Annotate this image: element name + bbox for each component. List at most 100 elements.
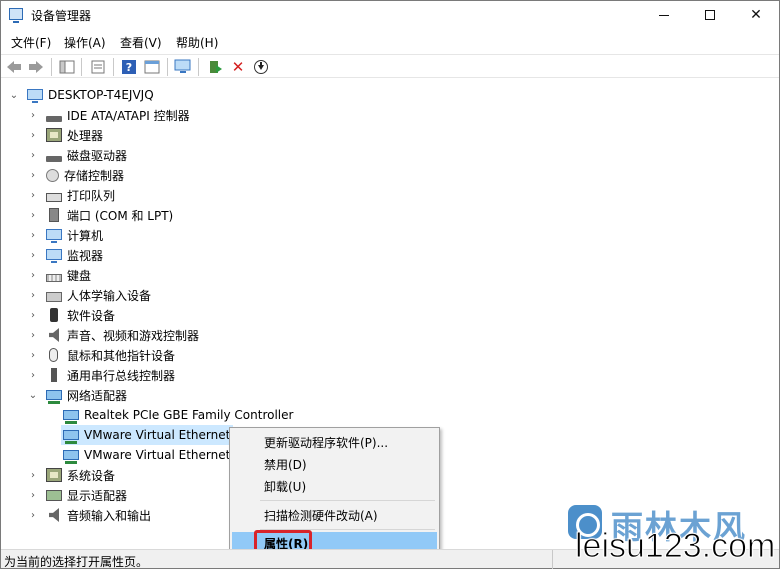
toolbar: ? ✕ xyxy=(1,54,779,78)
menu-scan-hardware[interactable]: 扫描检测硬件改动(A) xyxy=(232,504,437,526)
tree-root-label: DESKTOP-T4EJVJQ xyxy=(48,88,154,102)
menu-update-driver[interactable]: 更新驱动程序软件(P)... xyxy=(232,431,437,453)
status-text: 为当前的选择打开属性页。 xyxy=(4,555,149,569)
toolbar-separator xyxy=(167,58,168,76)
menu-help[interactable]: 帮助(H) xyxy=(176,34,218,51)
ide-controller-icon xyxy=(46,116,62,122)
display-adapter-icon xyxy=(46,489,62,501)
mouse-icon xyxy=(49,348,58,362)
monitor-scan-icon xyxy=(174,59,191,73)
tree-item-usb[interactable]: › 通用串行总线控制器 xyxy=(28,365,175,385)
chevron-right-icon[interactable]: › xyxy=(28,290,38,301)
back-button[interactable] xyxy=(5,58,23,76)
toolbar-separator xyxy=(198,58,199,76)
chevron-right-icon[interactable]: › xyxy=(28,150,38,161)
tree-item-ide[interactable]: › IDE ATA/ATAPI 控制器 xyxy=(28,105,190,125)
tree-item-label: 人体学输入设备 xyxy=(67,288,152,303)
tree-item-network[interactable]: ⌄ 网络适配器 xyxy=(28,385,127,405)
window-title: 设备管理器 xyxy=(31,9,92,23)
menu-view[interactable]: 查看(V) xyxy=(120,34,162,51)
tree-item-label: 网络适配器 xyxy=(67,388,128,403)
tree-item-audio[interactable]: › 音频输入和输出 xyxy=(28,505,151,525)
tree-item-processor[interactable]: › 处理器 xyxy=(28,125,103,145)
tree-item-keyboard[interactable]: › 键盘 xyxy=(28,265,91,285)
minimize-button[interactable] xyxy=(641,1,687,29)
tree-item-vmware-2[interactable]: VMware Virtual Ethernet xyxy=(63,445,230,465)
uninstall-button[interactable]: ✕ xyxy=(229,58,247,76)
console-tree-icon xyxy=(59,60,75,74)
chevron-right-icon[interactable]: › xyxy=(28,190,38,201)
chevron-right-icon[interactable]: › xyxy=(28,270,38,281)
enable-device-button[interactable] xyxy=(252,58,270,76)
action-pane-button[interactable] xyxy=(143,58,161,76)
update-driver-icon xyxy=(210,61,222,73)
tree-item-mouse[interactable]: › 鼠标和其他指针设备 xyxy=(28,345,175,365)
device-manager-icon xyxy=(9,8,23,23)
chevron-right-icon[interactable]: › xyxy=(28,310,38,321)
usb-icon xyxy=(51,368,57,382)
hid-icon xyxy=(46,292,62,302)
properties-toolbar-button[interactable] xyxy=(89,58,107,76)
tree-item-storage[interactable]: › 存储控制器 xyxy=(28,165,124,185)
menu-separator xyxy=(260,500,435,501)
tree-item-ports[interactable]: › 端口 (COM 和 LPT) xyxy=(28,205,173,225)
chevron-right-icon[interactable]: › xyxy=(28,510,38,521)
menu-file[interactable]: 文件(F) xyxy=(11,34,51,51)
maximize-button[interactable] xyxy=(687,1,733,29)
tree-item-print-queue[interactable]: › 打印队列 xyxy=(28,185,115,205)
tree-item-label: 处理器 xyxy=(67,128,104,143)
storage-controller-icon xyxy=(46,168,59,182)
chevron-down-icon[interactable]: ⌄ xyxy=(28,390,38,401)
tree-item-vmware-selected[interactable]: VMware Virtual Ethernet xyxy=(61,425,234,445)
tree-item-monitor[interactable]: › 监视器 xyxy=(28,245,103,265)
chevron-right-icon[interactable]: › xyxy=(28,490,38,501)
menu-action[interactable]: 操作(A) xyxy=(64,34,106,51)
menu-uninstall[interactable]: 卸载(U) xyxy=(232,475,437,497)
help-button[interactable]: ? xyxy=(120,58,138,76)
tree-item-display[interactable]: › 显示适配器 xyxy=(28,485,127,505)
tree-item-label: 显示适配器 xyxy=(67,488,128,503)
chevron-right-icon[interactable]: › xyxy=(28,210,38,221)
speaker-icon xyxy=(49,508,59,522)
tree-item-hid[interactable]: › 人体学输入设备 xyxy=(28,285,151,305)
tree-item-disk[interactable]: › 磁盘驱动器 xyxy=(28,145,127,165)
tree-item-label: Realtek PCIe GBE Family Controller xyxy=(84,408,294,422)
update-driver-button[interactable] xyxy=(206,58,224,76)
chevron-right-icon[interactable]: › xyxy=(28,250,38,261)
computer-icon xyxy=(27,88,43,103)
tree-item-label: 键盘 xyxy=(67,268,92,283)
maximize-icon xyxy=(705,10,715,20)
down-arrow-circle-icon xyxy=(254,60,268,74)
toolbar-separator xyxy=(51,58,52,76)
monitor-icon xyxy=(46,248,62,263)
status-divider xyxy=(552,550,553,569)
chevron-right-icon[interactable]: › xyxy=(28,130,38,141)
tree-item-label: VMware Virtual Ethernet xyxy=(84,428,231,442)
tree-item-system[interactable]: › 系统设备 xyxy=(28,465,115,485)
tree-item-label: 通用串行总线控制器 xyxy=(67,368,176,383)
forward-button[interactable] xyxy=(27,58,45,76)
tree-item-label: VMware Virtual Ethernet xyxy=(84,448,231,462)
close-button[interactable]: ✕ xyxy=(733,1,779,29)
chevron-right-icon[interactable]: › xyxy=(28,470,38,481)
chevron-right-icon[interactable]: › xyxy=(28,370,38,381)
port-icon xyxy=(49,208,59,222)
chevron-down-icon[interactable]: ⌄ xyxy=(9,90,19,101)
scan-hardware-button[interactable] xyxy=(174,58,192,76)
chevron-right-icon[interactable]: › xyxy=(28,350,38,361)
chevron-right-icon[interactable]: › xyxy=(28,170,38,181)
tree-item-software[interactable]: › 软件设备 xyxy=(28,305,115,325)
chevron-right-icon[interactable]: › xyxy=(28,230,38,241)
chevron-right-icon[interactable]: › xyxy=(28,330,38,341)
chevron-right-icon[interactable]: › xyxy=(28,110,38,121)
svg-text:?: ? xyxy=(126,61,132,74)
toolbar-separator xyxy=(113,58,114,76)
tree-item-sound[interactable]: › 声音、视频和游戏控制器 xyxy=(28,325,199,345)
network-adapter-icon xyxy=(63,450,79,464)
tree-root[interactable]: ⌄ DESKTOP-T4EJVJQ xyxy=(9,85,154,105)
show-hide-console-tree-button[interactable] xyxy=(58,58,76,76)
toolbar-separator xyxy=(81,58,82,76)
menu-disable[interactable]: 禁用(D) xyxy=(232,453,437,475)
tree-item-realtek[interactable]: Realtek PCIe GBE Family Controller xyxy=(63,405,293,425)
tree-item-computer[interactable]: › 计算机 xyxy=(28,225,103,245)
